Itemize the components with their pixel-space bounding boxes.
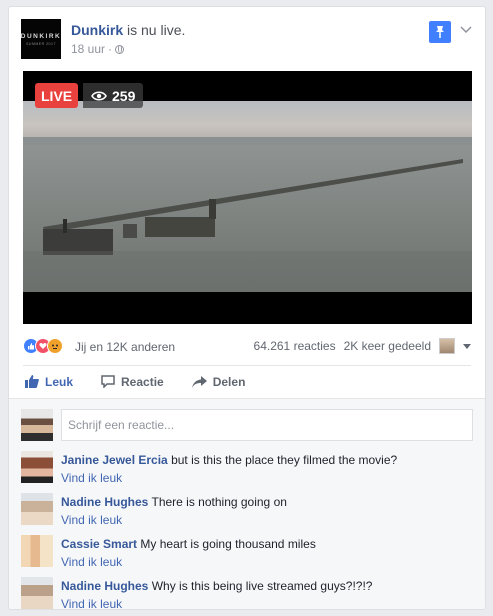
post-meta: 18 uur · (71, 42, 125, 56)
comments-count[interactable]: 64.261 reacties (254, 339, 336, 353)
reaction-icons[interactable] (23, 338, 63, 354)
page-logo[interactable]: DUNKIRK SUMMER 2017 (21, 19, 61, 59)
commenter-avatar[interactable] (21, 535, 53, 567)
comment-item: Nadine Hughes Why is this being live str… (21, 577, 473, 609)
pin-button[interactable] (429, 21, 451, 43)
comment-text: but is this the place they filmed the mo… (171, 453, 398, 467)
share-icon (191, 375, 207, 388)
thumbs-up-icon (25, 375, 39, 388)
caret-down-icon[interactable] (463, 343, 471, 349)
like-button-label: Leuk (45, 374, 74, 389)
post-title: Dunkirk is nu live. (71, 22, 185, 38)
post-header: DUNKIRK SUMMER 2017 Dunkirk is nu live. … (21, 19, 473, 61)
viewer-count: 259 (83, 83, 144, 108)
pin-icon (436, 26, 444, 38)
eye-icon (91, 90, 107, 101)
post-actions: Leuk Reactie Delen (23, 365, 471, 397)
actor-avatar[interactable] (439, 338, 455, 354)
post-verb: is nu live. (127, 22, 186, 38)
comment-text: Why is this being live streamed guys?!?!… (151, 579, 373, 593)
commenter-avatar[interactable] (21, 577, 53, 609)
engagement-counts: 64.261 reacties 2K keer gedeeld (254, 338, 471, 354)
chevron-down-icon[interactable] (459, 23, 473, 37)
comment-author-link[interactable]: Cassie Smart (61, 537, 137, 551)
comment-author-link[interactable]: Nadine Hughes (61, 579, 148, 593)
share-button-label: Delen (212, 374, 246, 389)
comment-body: Cassie Smart My heart is going thousand … (61, 537, 316, 551)
live-video-player[interactable]: LIVE 259 (23, 71, 472, 324)
comment-input[interactable]: Schrijf een reactie... (61, 409, 473, 441)
comment-item: Cassie Smart My heart is going thousand … (21, 535, 473, 571)
video-frame (23, 101, 472, 292)
comment-like-link[interactable]: Vind ik leuk (61, 555, 122, 569)
live-badge: LIVE (35, 83, 79, 108)
comment-body: Nadine Hughes Why is this being live str… (61, 579, 372, 593)
logo-subtitle: SUMMER 2017 (26, 41, 56, 46)
meta-separator: · (108, 42, 113, 56)
comment-text: My heart is going thousand miles (140, 537, 316, 551)
globe-icon[interactable] (115, 44, 125, 54)
post-stats: Jij en 12K anderen 64.261 reacties 2K ke… (23, 337, 471, 357)
comment-button[interactable]: Reactie (101, 375, 164, 389)
comment-like-link[interactable]: Vind ik leuk (61, 471, 122, 485)
page-name-link[interactable]: Dunkirk (71, 22, 123, 38)
comment-item: Nadine Hughes There is nothing going on … (21, 493, 473, 529)
comment-composer: Schrijf een reactie... (21, 409, 473, 441)
comment-text: There is nothing going on (151, 495, 287, 509)
angry-icon (47, 338, 63, 354)
commenter-avatar[interactable] (21, 493, 53, 525)
shares-count[interactable]: 2K keer gedeeld (344, 339, 431, 353)
comment-like-link[interactable]: Vind ik leuk (61, 513, 122, 527)
comment-item: Janine Jewel Ercia but is this the place… (21, 451, 473, 487)
like-button[interactable]: Leuk (25, 375, 73, 389)
commenter-avatar[interactable] (21, 451, 53, 483)
comment-button-label: Reactie (121, 374, 164, 389)
current-user-avatar[interactable] (21, 409, 53, 441)
post-time[interactable]: 18 uur (71, 42, 105, 56)
share-button[interactable]: Delen (191, 374, 246, 389)
comment-body: Janine Jewel Ercia but is this the place… (61, 453, 397, 467)
comment-author-link[interactable]: Nadine Hughes (61, 495, 148, 509)
comments-section: Schrijf een reactie... Janine Jewel Erci… (9, 398, 485, 609)
comment-icon (101, 375, 115, 388)
logo-title: DUNKIRK (20, 32, 62, 40)
reactions-summary[interactable]: Jij en 12K anderen (75, 340, 175, 354)
comment-body: Nadine Hughes There is nothing going on (61, 495, 287, 509)
comment-author-link[interactable]: Janine Jewel Ercia (61, 453, 168, 467)
live-post-card: DUNKIRK SUMMER 2017 Dunkirk is nu live. … (8, 6, 486, 610)
comment-like-link[interactable]: Vind ik leuk (61, 597, 122, 609)
viewer-count-value: 259 (112, 87, 136, 104)
